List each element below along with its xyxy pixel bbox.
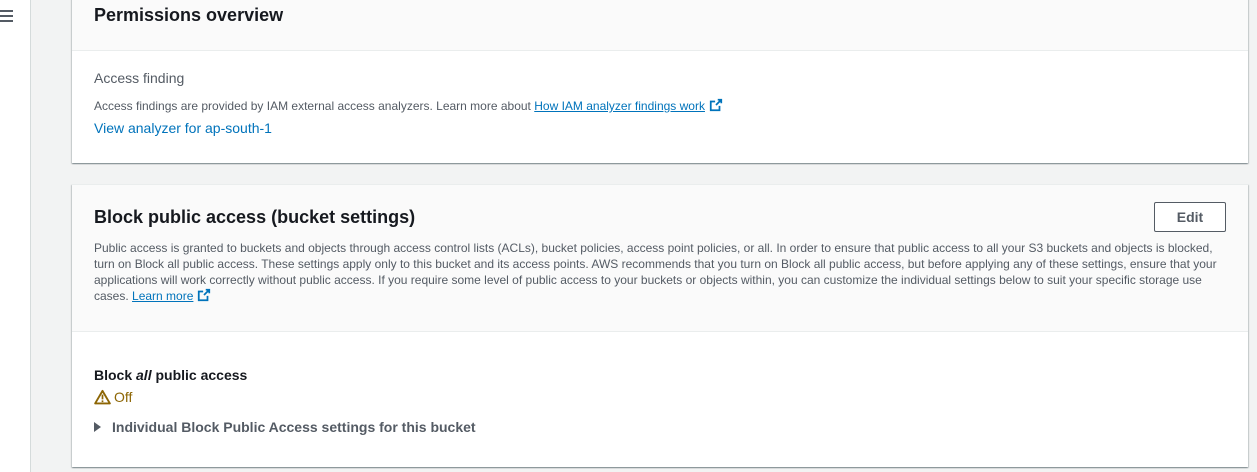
block-all-prefix: Block [94, 367, 133, 383]
block-all-suffix: public access [155, 367, 248, 383]
learn-more-link[interactable]: Learn more [132, 289, 193, 303]
view-analyzer-row: View analyzer for ap-south-1 [94, 120, 272, 136]
edit-button[interactable]: Edit [1154, 202, 1226, 232]
warning-icon [94, 389, 111, 405]
permissions-overview-title: Permissions overview [94, 5, 284, 25]
access-finding-label: Access finding [94, 70, 185, 86]
block-public-access-title: Block public access (bucket settings) [94, 207, 416, 227]
external-link-icon[interactable] [197, 288, 211, 302]
learn-more-link-text: Learn more [132, 289, 194, 303]
view-analyzer-link[interactable]: View analyzer for ap-south-1 [94, 120, 272, 136]
page: Permissions overview Access finding Acce… [0, 0, 1257, 472]
status-value: Off [114, 389, 133, 405]
permissions-overview-panel: Permissions overview Access finding Acce… [72, 0, 1248, 163]
block-public-access-header: Block public access (bucket settings) Ed… [72, 185, 1248, 332]
individual-settings-label: Individual Block Public Access settings … [112, 419, 476, 435]
how-iam-analyzer-findings-work-link[interactable]: How IAM analyzer findings work [534, 99, 705, 113]
block-public-access-description-text: Public access is granted to buckets and … [94, 241, 1217, 303]
access-finding-description: Access findings are provided by IAM exte… [94, 98, 723, 113]
access-finding-description-text: Access findings are provided by IAM exte… [94, 99, 531, 113]
block-all-emphasis: all [136, 367, 152, 383]
permissions-overview-header: Permissions overview [72, 0, 1248, 51]
hamburger-menu-icon[interactable] [0, 8, 14, 22]
block-all-public-access-label: Block all public access [94, 367, 247, 383]
how-iam-analyzer-findings-work-link-text: How IAM analyzer findings work [534, 99, 705, 113]
left-navigation-rail [0, 0, 31, 472]
block-public-access-description: Public access is granted to buckets and … [94, 240, 1219, 304]
external-link-icon[interactable] [709, 98, 723, 112]
block-all-status: Off [94, 389, 132, 405]
block-public-access-panel: Block public access (bucket settings) Ed… [72, 184, 1248, 467]
caret-right-icon [94, 422, 101, 432]
individual-settings-expander[interactable]: Individual Block Public Access settings … [94, 419, 476, 435]
